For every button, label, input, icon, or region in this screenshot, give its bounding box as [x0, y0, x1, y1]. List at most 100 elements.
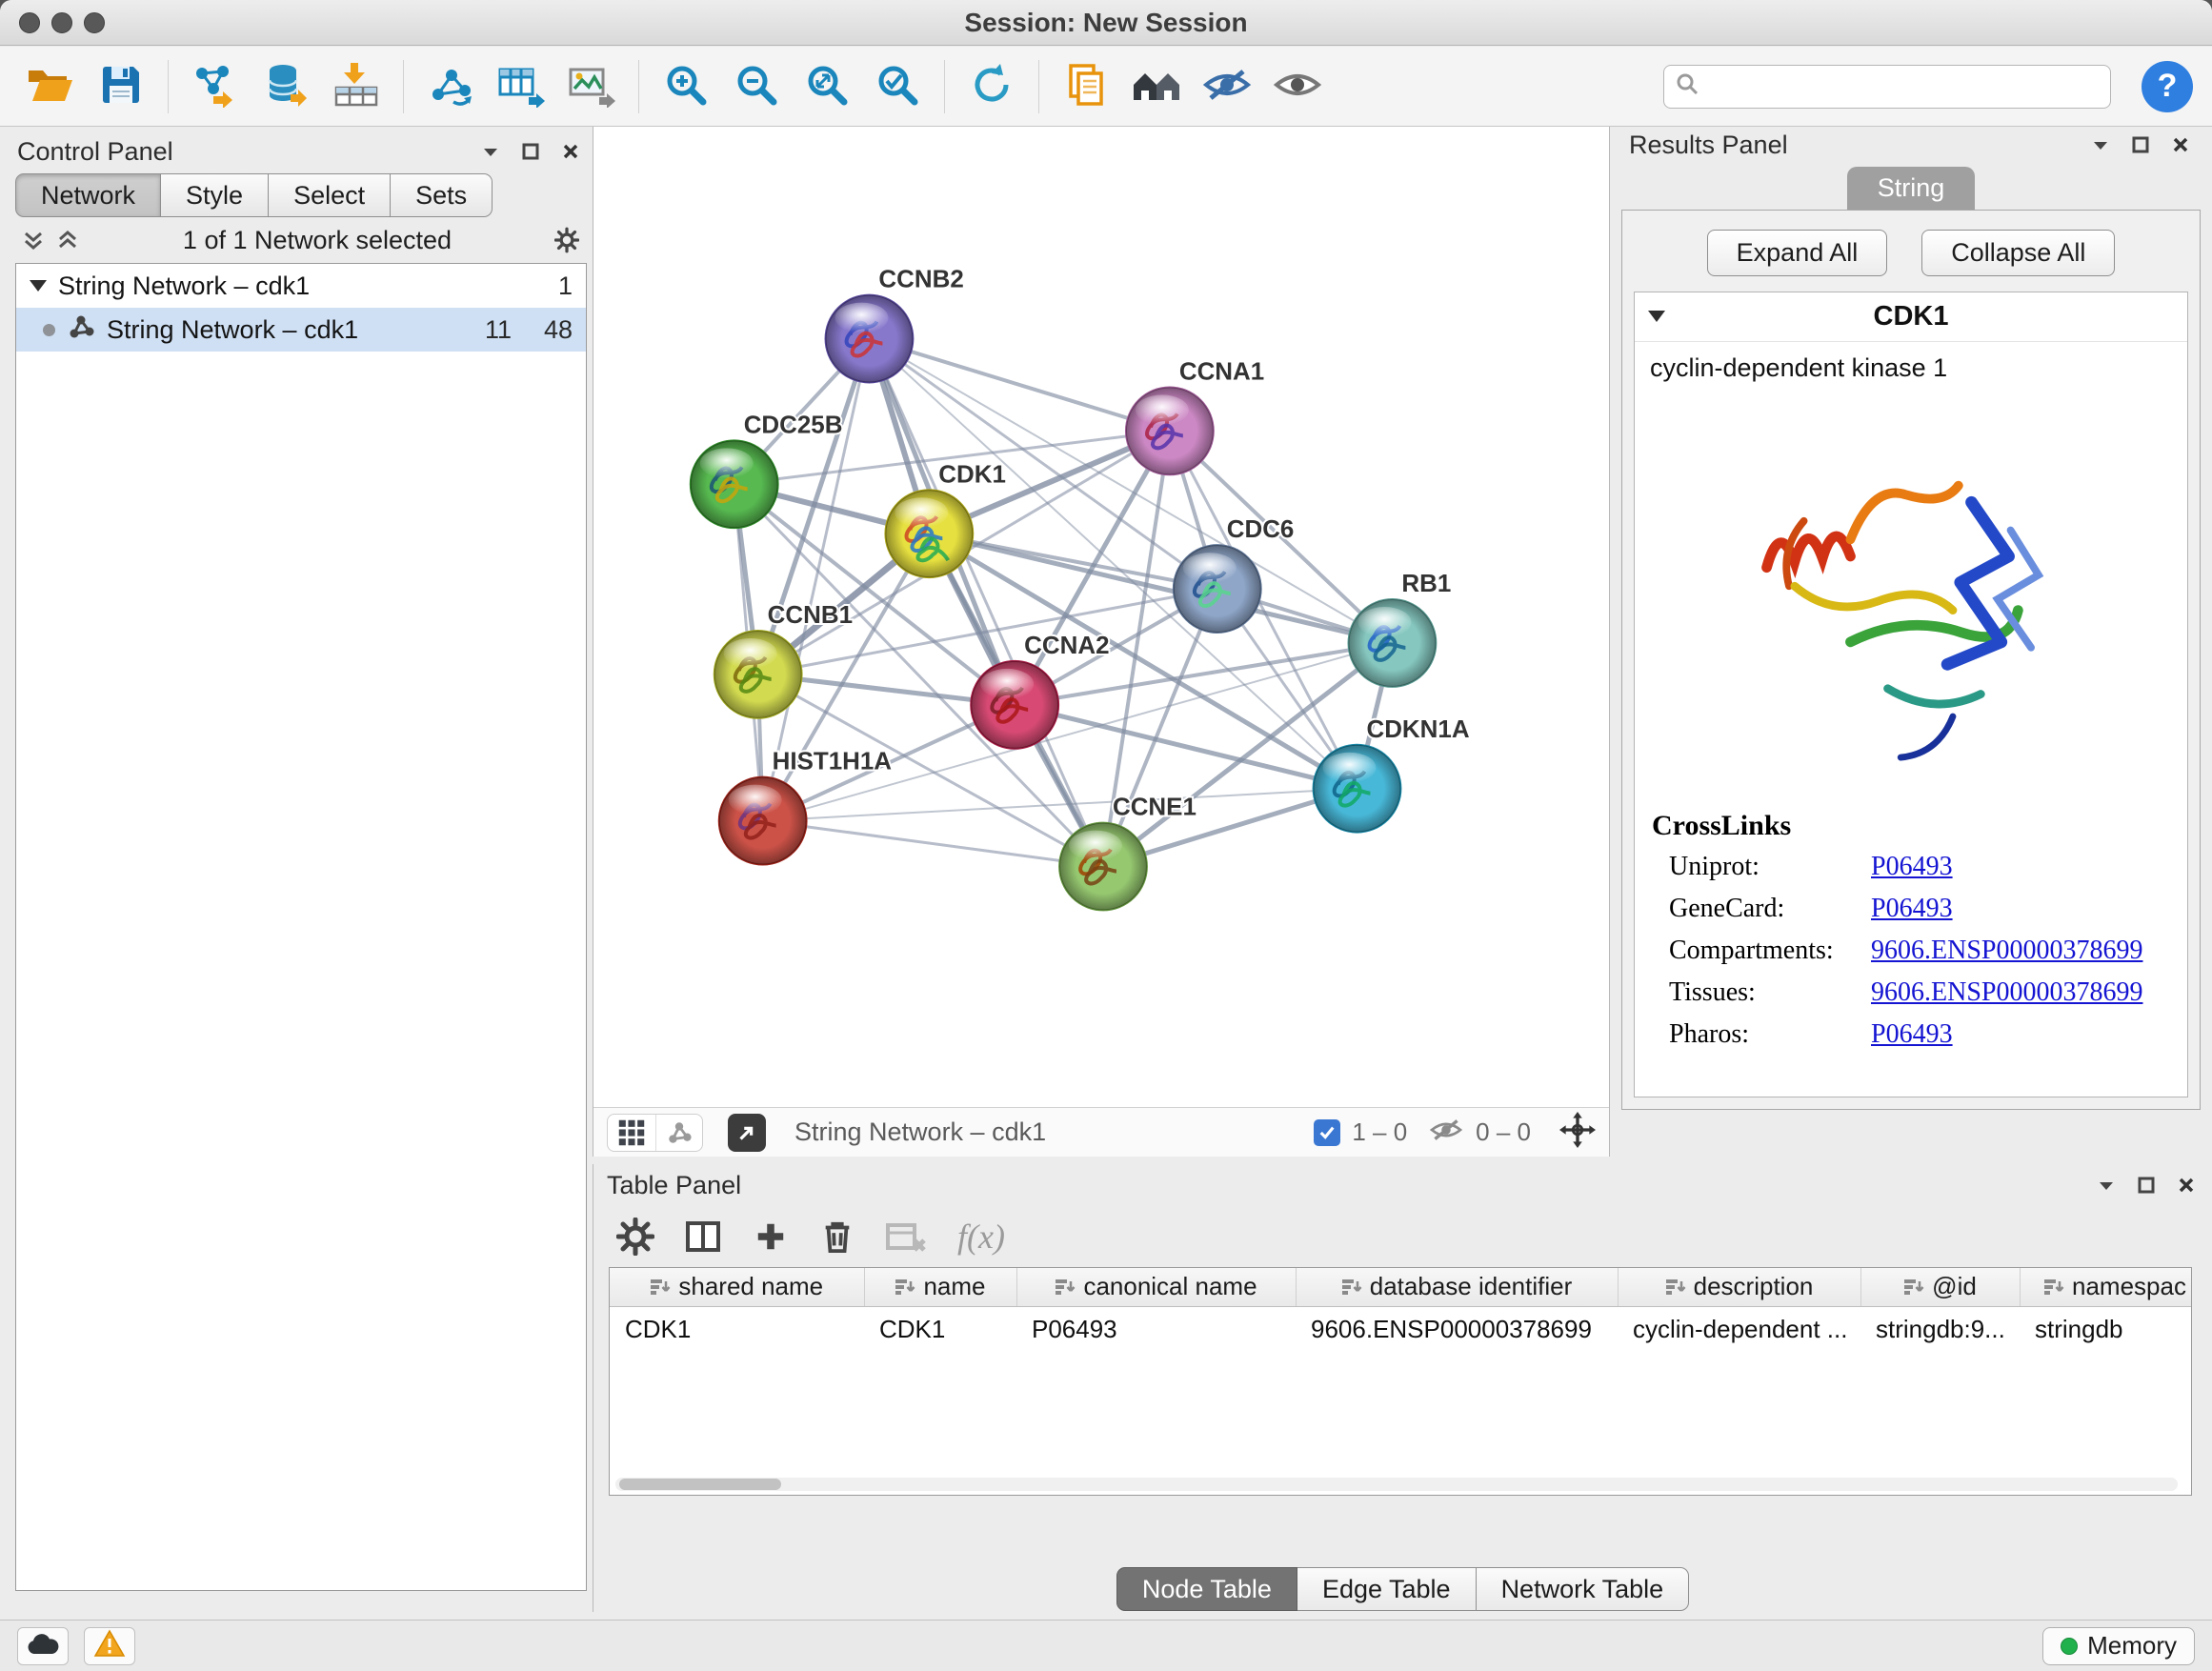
cell-namespace[interactable]: stringdb	[2020, 1306, 2192, 1352]
gene-collapse-icon[interactable]	[1648, 311, 1665, 331]
birdseye-grid-icon[interactable]	[608, 1115, 655, 1151]
import-table-from-file-button[interactable]	[325, 55, 388, 118]
edge-CCNB2-CCNE1[interactable]	[869, 339, 1103, 867]
network-canvas[interactable]: CCNB2CCNA1CDC25BCDK1CDC6RB1CCNB1CCNA2CDK…	[593, 127, 1609, 1107]
function-builder-button[interactable]: f(x)	[957, 1217, 1005, 1257]
panel-float-icon[interactable]	[518, 139, 543, 164]
cloud-status-button[interactable]	[17, 1627, 69, 1665]
search-input[interactable]	[1708, 68, 2101, 106]
edge-CCNB2-RB1[interactable]	[869, 339, 1392, 643]
copy-button[interactable]	[1055, 55, 1117, 118]
cell-description[interactable]: cyclin-dependent ...	[1618, 1306, 1860, 1352]
zoom-in-button[interactable]	[654, 55, 717, 118]
zoom-selected-button[interactable]	[866, 55, 929, 118]
column-header-name[interactable]: name	[864, 1268, 1016, 1306]
tab-network-table[interactable]: Network Table	[1477, 1567, 1690, 1611]
node-RB1[interactable]: RB1	[1349, 571, 1452, 687]
expand-all-icon[interactable]	[55, 228, 80, 252]
expand-all-button[interactable]: Expand All	[1707, 230, 1888, 276]
genecard-link[interactable]: P06493	[1871, 894, 1953, 924]
hide-selected-button[interactable]	[1196, 55, 1258, 118]
compartments-link[interactable]: 9606.ENSP00000378699	[1871, 936, 2142, 966]
panel-close-icon[interactable]	[558, 139, 583, 164]
tab-network[interactable]: Network	[15, 173, 161, 217]
zoom-fit-button[interactable]	[795, 55, 858, 118]
collapse-all-icon[interactable]	[21, 228, 46, 252]
network-from-table-button[interactable]	[490, 55, 553, 118]
table-settings-gear-icon[interactable]	[616, 1218, 654, 1256]
horizontal-scrollbar[interactable]	[615, 1478, 2178, 1491]
column-header-shared-name[interactable]: shared name	[610, 1268, 864, 1306]
home-button[interactable]	[1125, 55, 1188, 118]
cell-canonical-name[interactable]: P06493	[1016, 1306, 1296, 1352]
add-column-plus-icon[interactable]	[752, 1218, 790, 1256]
cell-database-identifier[interactable]: 9606.ENSP00000378699	[1296, 1306, 1618, 1352]
fit-crosshair-icon[interactable]	[1559, 1112, 1596, 1153]
export-image-button[interactable]	[560, 55, 623, 118]
delete-column-trash-icon[interactable]	[818, 1218, 856, 1256]
node-CDC25B[interactable]: CDC25B	[691, 412, 843, 528]
export-view-button[interactable]	[728, 1114, 766, 1152]
scrollbar-thumb[interactable]	[619, 1479, 781, 1490]
show-columns-icon[interactable]	[683, 1217, 723, 1257]
edge-CDK1-RB1[interactable]	[929, 534, 1392, 643]
refresh-network-button[interactable]	[960, 55, 1023, 118]
open-session-button[interactable]	[19, 55, 82, 118]
gear-icon[interactable]	[554, 228, 579, 252]
import-network-from-file-button[interactable]	[184, 55, 247, 118]
uniprot-link[interactable]: P06493	[1871, 852, 1953, 882]
share-network-icon[interactable]	[656, 1116, 702, 1150]
edge-HIST1H1A-CCNE1[interactable]	[763, 821, 1103, 867]
save-session-button[interactable]	[90, 55, 152, 118]
import-network-from-database-button[interactable]	[254, 55, 317, 118]
edge-CCNB2-CCNA1[interactable]	[869, 339, 1169, 432]
network-row-selected[interactable]: String Network – cdk1 11 48	[16, 308, 586, 352]
string-results-box: Expand All Collapse All CDK1 cyclin-depe…	[1621, 210, 2201, 1110]
tab-select[interactable]: Select	[269, 173, 391, 217]
column-header-database-identifier[interactable]: database identifier	[1296, 1268, 1618, 1306]
cell-name[interactable]: CDK1	[864, 1306, 1016, 1352]
memory-button[interactable]: Memory	[2042, 1627, 2195, 1665]
panel-float-icon[interactable]	[2128, 132, 2153, 157]
selected-nodes-checkbox[interactable]	[1314, 1119, 1340, 1146]
cell-shared-name[interactable]: CDK1	[610, 1306, 864, 1352]
zoom-out-button[interactable]	[725, 55, 788, 118]
tab-sets[interactable]: Sets	[391, 173, 493, 217]
panel-menu-chevron-icon[interactable]	[478, 139, 503, 164]
search-box[interactable]	[1663, 65, 2111, 109]
tab-node-table[interactable]: Node Table	[1116, 1567, 1297, 1611]
network-collection-row[interactable]: String Network – cdk1 1	[16, 264, 586, 308]
column-header-namespace[interactable]: namespac	[2020, 1268, 2192, 1306]
search-icon	[1674, 70, 1700, 102]
node-CCNB2[interactable]: CCNB2	[826, 267, 964, 383]
tab-string[interactable]: String	[1847, 167, 1976, 210]
help-button[interactable]: ?	[2142, 61, 2193, 112]
pharos-link[interactable]: P06493	[1871, 1019, 1953, 1050]
column-header-id[interactable]: @id	[1860, 1268, 2020, 1306]
import-table-icon	[332, 61, 380, 111]
titlebar: Session: New Session	[0, 0, 2212, 46]
tissues-link[interactable]: 9606.ENSP00000378699	[1871, 977, 2142, 1008]
panel-menu-chevron-icon[interactable]	[2094, 1173, 2119, 1198]
panel-menu-chevron-icon[interactable]	[2088, 132, 2113, 157]
show-all-button[interactable]	[1266, 55, 1329, 118]
panel-close-icon[interactable]	[2174, 1173, 2199, 1198]
panel-close-icon[interactable]	[2168, 132, 2193, 157]
column-header-description[interactable]: description	[1618, 1268, 1860, 1306]
table-tabs: Node Table Edge Table Network Table	[593, 1567, 2212, 1611]
node-CCNA1[interactable]: CCNA1	[1126, 358, 1264, 474]
tab-style[interactable]: Style	[161, 173, 269, 217]
node-HIST1H1A[interactable]: HIST1H1A	[719, 749, 893, 865]
panel-float-icon[interactable]	[2134, 1173, 2159, 1198]
node-CDK1[interactable]: CDK1	[885, 461, 1006, 577]
cell-id[interactable]: stringdb:9...	[1860, 1306, 2020, 1352]
node-CDKN1A[interactable]: CDKN1A	[1314, 716, 1470, 833]
column-header-canonical-name[interactable]: canonical name	[1016, 1268, 1296, 1306]
gene-description: cyclin-dependent kinase 1	[1635, 342, 2187, 387]
clone-network-button[interactable]	[419, 55, 482, 118]
tab-edge-table[interactable]: Edge Table	[1297, 1567, 1477, 1611]
collapse-all-button[interactable]: Collapse All	[1921, 230, 2115, 276]
table-row[interactable]: CDK1 CDK1 P06493 9606.ENSP00000378699 cy…	[610, 1306, 2192, 1352]
tree-expander-icon[interactable]	[30, 280, 47, 300]
warnings-button[interactable]	[84, 1627, 135, 1665]
